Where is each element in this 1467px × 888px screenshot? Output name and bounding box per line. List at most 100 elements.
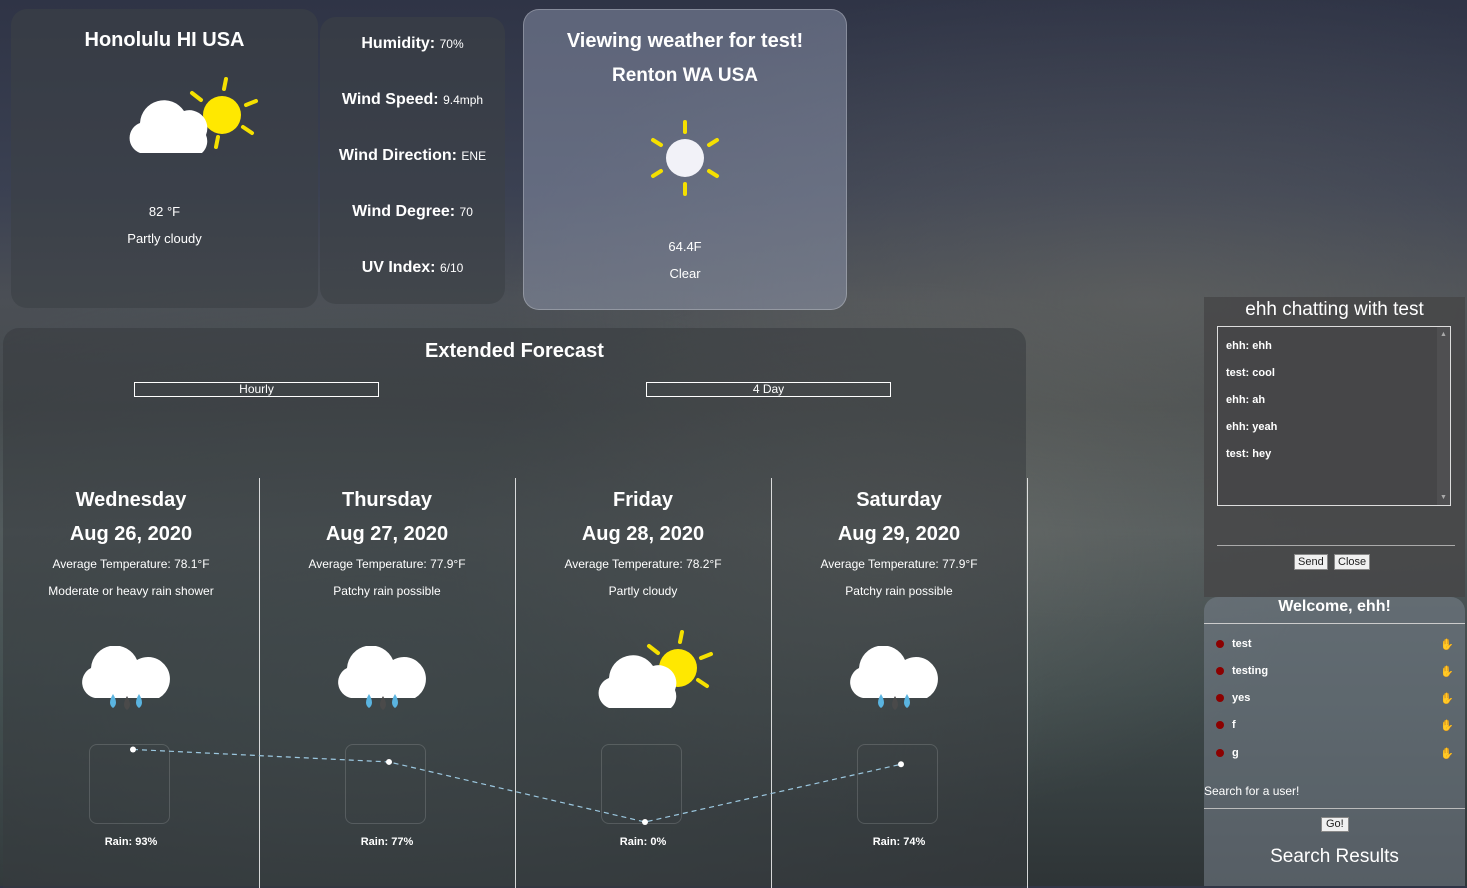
rain-cloud-icon xyxy=(337,645,427,726)
chat-panel: ehh chatting with test ehh: ehh test: co… xyxy=(1204,297,1465,597)
day-average-temperature: Average Temperature: 77.9°F xyxy=(820,557,978,571)
user-list-item[interactable]: testing ✋ xyxy=(1216,665,1454,681)
extended-forecast-panel: Extended Forecast Hourly 4 Day Wednesday… xyxy=(3,328,1028,888)
day-condition: Moderate or heavy rain shower xyxy=(48,584,214,598)
day-average-temperature: Average Temperature: 77.9°F xyxy=(308,557,466,571)
current-location: Honolulu HI USA xyxy=(84,29,245,51)
status-dot xyxy=(1216,667,1224,675)
forecast-day-friday: Friday Aug 28, 2020 Average Temperature:… xyxy=(515,478,772,888)
chat-message: ehh: ah xyxy=(1226,394,1266,406)
hourly-button[interactable]: Hourly xyxy=(134,382,379,397)
wind-degree-value: 70 xyxy=(459,205,473,219)
wind-direction-value: ENE xyxy=(461,149,487,163)
humidity-label: Humidity: xyxy=(361,35,436,52)
user-list-item[interactable]: f ✋ xyxy=(1216,719,1454,735)
viewing-weather-card: Viewing weather for test! Renton WA USA … xyxy=(523,9,847,310)
viewing-condition: Clear xyxy=(669,266,701,281)
wave-hand-icon[interactable]: ✋ xyxy=(1440,665,1454,678)
users-panel: Welcome, ehh! test ✋ testing ✋ yes ✋ f ✋… xyxy=(1204,597,1465,886)
rain-cloud-icon xyxy=(849,645,939,726)
humidity-row: Humidity: 70% xyxy=(320,35,505,53)
current-weather-card: Honolulu HI USA 82 °F Partly cloudy xyxy=(11,9,318,308)
status-dot xyxy=(1216,694,1224,702)
chat-scrollbar[interactable]: ▲ ▼ xyxy=(1437,327,1450,505)
wave-hand-icon[interactable]: ✋ xyxy=(1440,638,1454,651)
wind-direction-label: Wind Direction: xyxy=(338,147,457,164)
user-list-item[interactable]: test ✋ xyxy=(1216,638,1454,654)
user-name: f xyxy=(1232,719,1236,731)
close-button[interactable]: Close xyxy=(1334,554,1371,570)
wave-hand-icon[interactable]: ✋ xyxy=(1440,692,1454,705)
four-day-button[interactable]: 4 Day xyxy=(646,382,891,397)
day-condition: Patchy rain possible xyxy=(333,584,441,598)
viewing-temperature: 64.4F xyxy=(668,239,702,254)
uv-index-row: UV Index: 6/10 xyxy=(320,259,505,277)
rain-cloud-icon xyxy=(81,645,171,726)
user-name: test xyxy=(1232,638,1252,650)
user-list-item[interactable]: yes ✋ xyxy=(1216,692,1454,708)
forecast-day-saturday: Saturday Aug 29, 2020 Average Temperatur… xyxy=(771,478,1028,888)
search-user-label: Search for a user! xyxy=(1204,784,1300,798)
current-temperature: 82 °F xyxy=(148,204,181,219)
day-name: Thursday xyxy=(341,489,433,511)
wind-speed-value: 9.4mph xyxy=(443,93,484,107)
forecast-heading: Extended Forecast xyxy=(425,340,604,362)
search-user-input[interactable] xyxy=(1204,808,1465,809)
uv-index-value: 6/10 xyxy=(439,261,464,275)
day-date: Aug 29, 2020 xyxy=(837,523,961,545)
day-rain-chance: Rain: 74% xyxy=(872,836,926,848)
chat-message: ehh: ehh xyxy=(1226,340,1272,352)
user-list-item[interactable]: g ✋ xyxy=(1216,747,1454,763)
user-name: yes xyxy=(1232,692,1251,704)
rain-chart-box xyxy=(857,744,938,824)
status-dot xyxy=(1216,640,1224,648)
humidity-value: 70% xyxy=(439,37,464,51)
day-rain-chance: Rain: 93% xyxy=(104,836,158,848)
sun-icon xyxy=(649,120,721,201)
day-average-temperature: Average Temperature: 78.1°F xyxy=(52,557,210,571)
wind-speed-label: Wind Speed: xyxy=(341,91,439,108)
day-date: Aug 26, 2020 xyxy=(69,523,193,545)
chat-message: test: hey xyxy=(1226,448,1272,460)
forecast-day-thursday: Thursday Aug 27, 2020 Average Temperatur… xyxy=(259,478,516,888)
scroll-down-icon[interactable]: ▼ xyxy=(1440,494,1447,501)
status-dot xyxy=(1216,721,1224,729)
scroll-up-icon[interactable]: ▲ xyxy=(1440,331,1447,338)
day-date: Aug 28, 2020 xyxy=(581,523,705,545)
day-name: Saturday xyxy=(856,489,942,511)
wind-degree-row: Wind Degree: 70 xyxy=(320,203,505,221)
day-average-temperature: Average Temperature: 78.2°F xyxy=(564,557,722,571)
rain-chart-box xyxy=(345,744,426,824)
day-rain-chance: Rain: 77% xyxy=(360,836,414,848)
chat-input-line[interactable] xyxy=(1217,545,1455,546)
weather-details-card: Humidity: 70% Wind Speed: 9.4mph Wind Di… xyxy=(320,17,505,304)
search-results-title: Search Results xyxy=(1270,846,1399,867)
chat-title: ehh chatting with test xyxy=(1245,299,1424,320)
day-name: Friday xyxy=(612,489,674,511)
partly-cloudy-icon xyxy=(595,630,720,720)
viewing-location: Renton WA USA xyxy=(611,65,758,86)
rain-chart-box xyxy=(601,744,682,824)
wave-hand-icon[interactable]: ✋ xyxy=(1440,719,1454,732)
partly-cloudy-icon xyxy=(126,75,261,170)
rain-chart-box xyxy=(89,744,170,824)
wind-direction-row: Wind Direction: ENE xyxy=(320,147,505,165)
wind-degree-label: Wind Degree: xyxy=(352,203,456,220)
status-dot xyxy=(1216,749,1224,757)
forecast-day-wednesday: Wednesday Aug 26, 2020 Average Temperatu… xyxy=(3,478,260,888)
wind-speed-row: Wind Speed: 9.4mph xyxy=(320,91,505,109)
go-button[interactable]: Go! xyxy=(1321,817,1349,832)
welcome-title: Welcome, ehh! xyxy=(1278,598,1391,615)
chat-message: ehh: yeah xyxy=(1226,421,1278,433)
chat-log[interactable]: ehh: ehh test: cool ehh: ah ehh: yeah te… xyxy=(1217,326,1451,506)
day-condition: Partly cloudy xyxy=(608,584,678,598)
send-button[interactable]: Send xyxy=(1294,554,1328,570)
day-name: Wednesday xyxy=(75,489,187,511)
wave-hand-icon[interactable]: ✋ xyxy=(1440,747,1454,760)
chat-message: test: cool xyxy=(1226,367,1275,379)
day-rain-chance: Rain: 0% xyxy=(619,836,667,848)
viewing-title: Viewing weather for test! xyxy=(566,30,804,52)
divider xyxy=(1204,623,1465,624)
day-condition: Patchy rain possible xyxy=(845,584,953,598)
user-name: testing xyxy=(1232,665,1269,677)
